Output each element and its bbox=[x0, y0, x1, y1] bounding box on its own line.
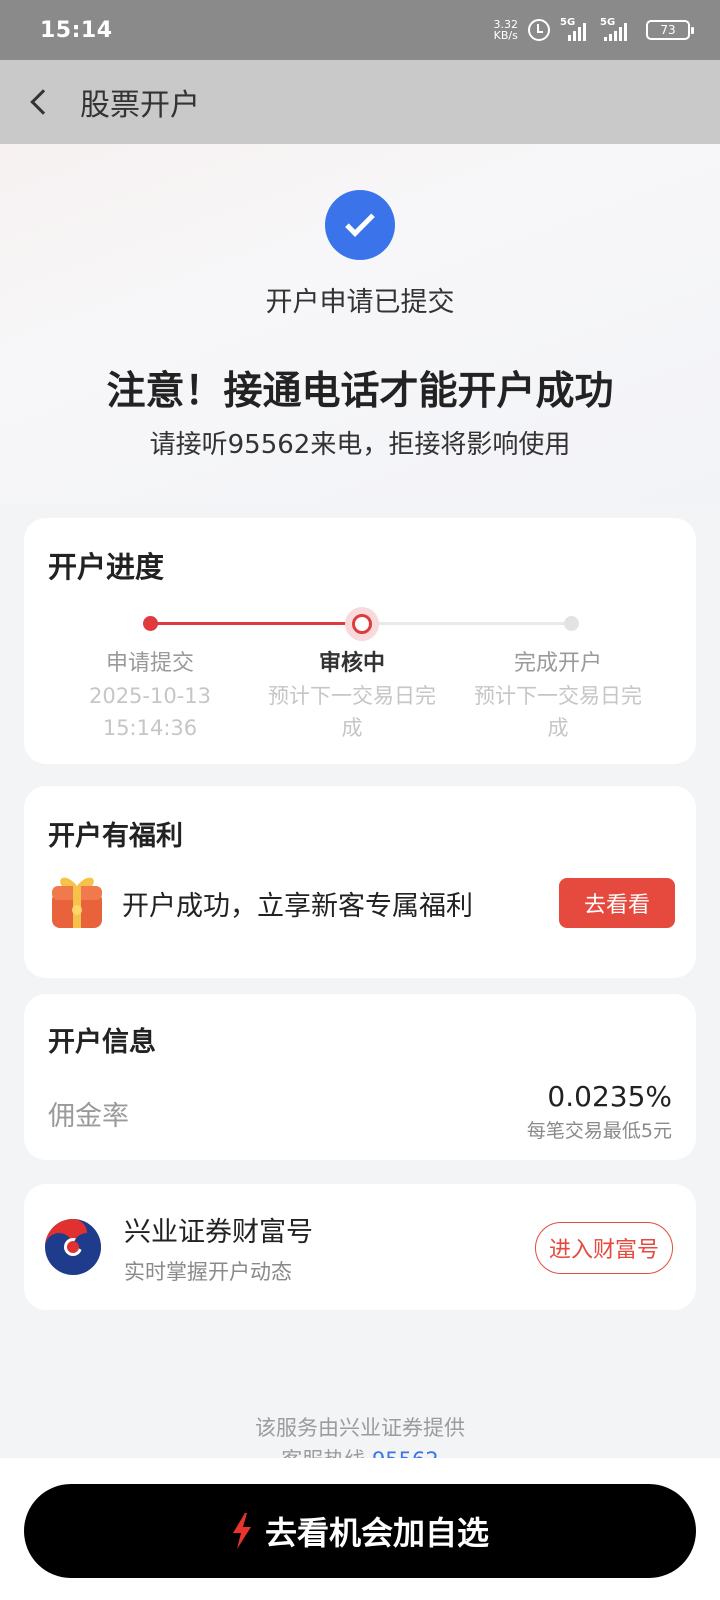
benefit-card: 开户有福利 开户成功，立享新客专属福利 去看看 bbox=[24, 786, 696, 978]
gift-icon bbox=[52, 877, 102, 928]
step-time: 15:14:36 bbox=[102, 716, 198, 740]
lightning-icon bbox=[232, 1513, 251, 1549]
progress-title: 开户进度 bbox=[48, 550, 165, 584]
nav-bar: 股票开户 bbox=[0, 60, 720, 144]
enter-wealth-button[interactable]: 进入财富号 bbox=[535, 1222, 673, 1274]
back-button[interactable] bbox=[0, 60, 80, 144]
step-dot-current bbox=[345, 607, 379, 641]
sim2-label: 5G bbox=[600, 17, 616, 28]
alarm-icon bbox=[528, 19, 550, 41]
provider-text: 该服务由兴业证券提供 bbox=[255, 1416, 465, 1440]
signal-icon: 5G bbox=[600, 17, 636, 41]
bottom-bar: 去看机会加自选 bbox=[0, 1458, 720, 1600]
info-title: 开户信息 bbox=[48, 1027, 156, 1058]
chevron-left-icon bbox=[30, 89, 56, 115]
battery-icon: 73 bbox=[646, 20, 694, 40]
benefit-title: 开户有福利 bbox=[48, 821, 183, 852]
sim1-label: 5G bbox=[560, 17, 576, 28]
commission-note: 每笔交易最低5元 bbox=[526, 1120, 672, 1142]
status-time: 15:14 bbox=[40, 17, 113, 43]
step-date: 2025-10-13 bbox=[88, 684, 212, 708]
page-title: 股票开户 bbox=[80, 88, 200, 123]
step-name: 申请提交 bbox=[105, 651, 194, 676]
progress-card: 开户进度 申请提交 2025-10-13 15:14:36 审核中 预计下一交易… bbox=[24, 518, 696, 764]
commission-value: 0.0235% bbox=[547, 1080, 672, 1113]
progress-track-fill bbox=[150, 622, 360, 625]
wealth-subtitle: 实时掌握开户动态 bbox=[124, 1260, 292, 1284]
step-estimate: 预计下一交易日完 bbox=[474, 684, 642, 708]
step-dot-pending bbox=[564, 616, 579, 631]
view-benefit-button[interactable]: 去看看 bbox=[559, 878, 675, 928]
commission-label: 佣金率 bbox=[48, 1101, 129, 1132]
check-icon bbox=[325, 190, 395, 260]
signal-icon: 5G bbox=[560, 17, 590, 41]
brokerage-logo-icon bbox=[45, 1219, 101, 1275]
step-estimate: 预计下一交易日完 bbox=[268, 684, 436, 708]
step-name: 审核中 bbox=[318, 651, 385, 676]
add-watchlist-button[interactable]: 去看机会加自选 bbox=[24, 1484, 696, 1578]
submission-status: 开户申请已提交 bbox=[265, 287, 455, 318]
wealth-card[interactable]: 兴业证券财富号 实时掌握开户动态 进入财富号 bbox=[24, 1184, 696, 1310]
step-reviewing: 审核中 预计下一交易日完 成 bbox=[252, 648, 452, 744]
notice-title: 注意！接通电话才能开户成功 bbox=[106, 369, 614, 414]
step-submitted: 申请提交 2025-10-13 15:14:36 bbox=[50, 648, 250, 744]
benefit-text: 开户成功，立享新客专属福利 bbox=[122, 891, 473, 922]
status-icons: 3.32 KB/s 5G 5G 73 bbox=[494, 17, 694, 41]
status-bar: 15:14 3.32 KB/s 5G 5G 73 bbox=[0, 0, 720, 60]
step-complete: 完成开户 预计下一交易日完 成 bbox=[458, 648, 658, 744]
cta-label: 去看机会加自选 bbox=[264, 1514, 489, 1552]
step-dot-done bbox=[143, 616, 158, 631]
notice-subtitle: 请接听95562来电，拒接将影响使用 bbox=[149, 430, 571, 460]
network-speed-unit: KB/s bbox=[493, 29, 518, 42]
account-info-card: 开户信息 佣金率 0.0235% 每笔交易最低5元 bbox=[24, 994, 696, 1160]
battery-level: 73 bbox=[660, 23, 676, 37]
wealth-title: 兴业证券财富号 bbox=[124, 1217, 313, 1248]
step-estimate-cont: 成 bbox=[547, 716, 569, 740]
step-name: 完成开户 bbox=[513, 651, 602, 676]
network-speed: 3.32 KB/s bbox=[494, 19, 519, 41]
submission-hero: 开户申请已提交 注意！接通电话才能开户成功 请接听95562来电，拒接将影响使用 bbox=[0, 144, 720, 504]
step-estimate-cont: 成 bbox=[341, 716, 363, 740]
